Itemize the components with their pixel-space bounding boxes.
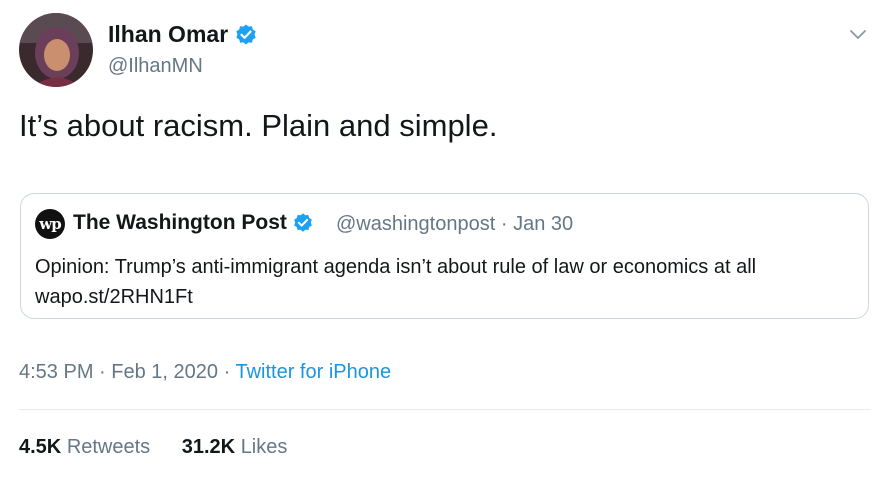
tweet-metadata: 4:53 PM · Feb 1, 2020 · Twitter for iPho… [19,361,391,384]
tweet-source-link[interactable]: Twitter for iPhone [235,361,391,383]
logo-text: wp [39,215,61,233]
quoted-tweet-link: wapo.st/2RHN1Ft [35,286,193,308]
retweets-label: Retweets [66,436,151,458]
quoted-author-name-text: The Washington Post [73,211,287,234]
likes-label: Likes [240,436,288,458]
washington-post-logo: wp [35,209,65,239]
avatar-image [19,13,93,87]
likes-stat[interactable]: 31.2K Likes [182,436,288,459]
retweets-count: 4.5K [19,436,62,458]
avatar[interactable] [19,13,93,87]
tweet-time[interactable]: 4:53 PM [19,361,93,383]
retweets-stat[interactable]: 4.5K Retweets [19,436,150,459]
quoted-tweet-text-line: Opinion: Trump’s anti-immigrant agenda i… [35,256,757,278]
verified-badge-icon [292,212,314,234]
quoted-author-name: The Washington Post [73,211,314,235]
separator: · [500,213,508,235]
likes-count: 31.2K [181,436,236,458]
tweet-date[interactable]: Feb 1, 2020 [111,361,218,383]
tweet-stats: 4.5K Retweets 31.2K Likes [19,436,287,459]
author-name[interactable]: Ilhan Omar [108,21,258,48]
chevron-down-icon[interactable] [846,22,870,46]
quoted-tweet-text: Opinion: Trump’s anti-immigrant agenda i… [35,252,865,312]
tweet-text: It’s about racism. Plain and simple. [19,108,498,143]
separator: · [99,361,106,383]
quoted-tweet-meta: @washingtonpost · Jan 30 [336,213,573,236]
quoted-author-handle: @washingtonpost [336,213,496,235]
author-name-text: Ilhan Omar [108,21,229,47]
author-handle[interactable]: @IlhanMN [108,55,203,78]
quoted-tweet-date: Jan 30 [513,213,574,235]
verified-badge-icon [234,23,258,47]
divider [19,409,871,410]
separator: · [223,361,231,383]
